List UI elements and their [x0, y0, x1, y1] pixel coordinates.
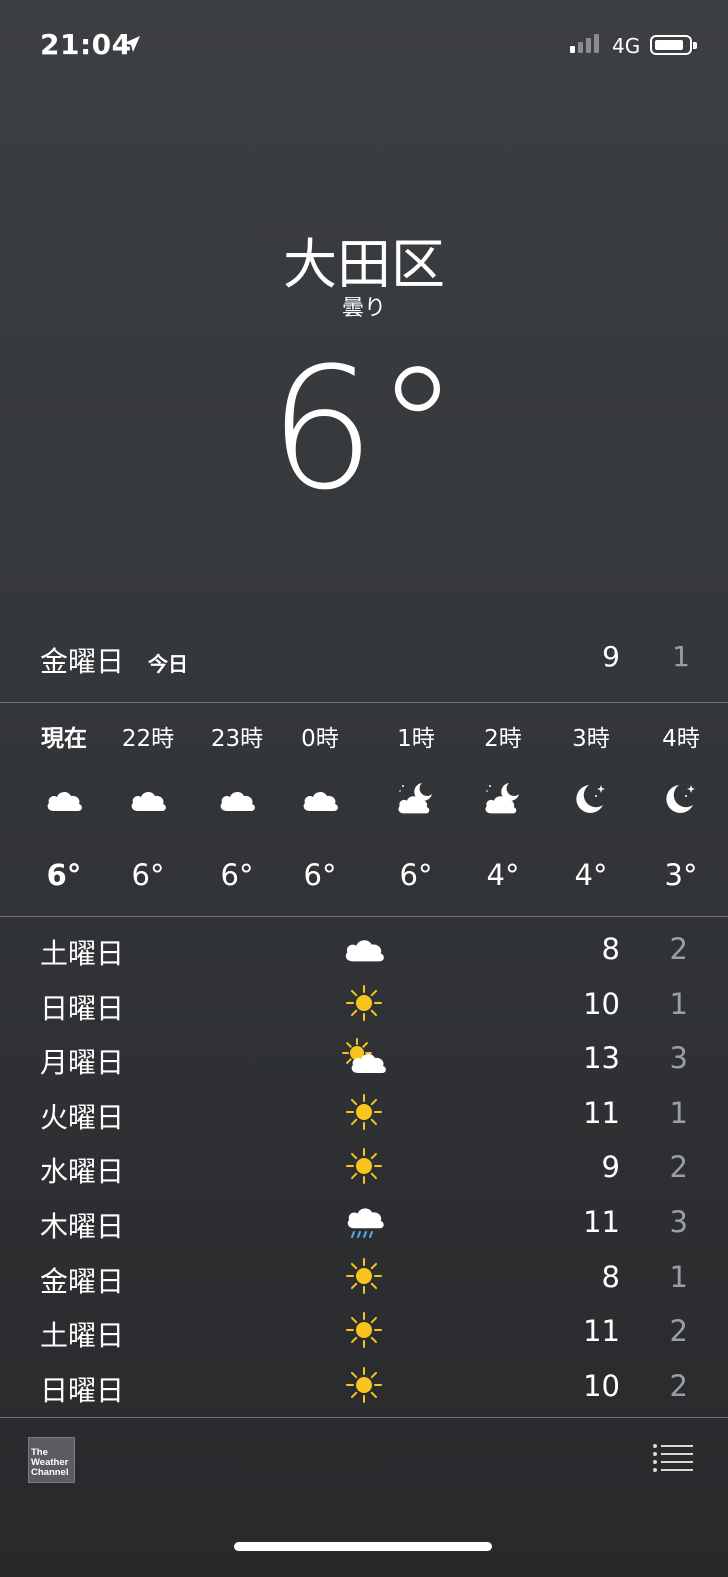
cloud-icon: [128, 781, 168, 817]
daily-high: 8: [601, 932, 620, 966]
daily-day: 月曜日: [40, 1046, 125, 1080]
hourly-item: 1時 6°: [376, 703, 456, 915]
daily-day: 日曜日: [40, 991, 125, 1025]
daily-high: 10: [583, 986, 620, 1021]
daily-high: 10: [583, 1368, 620, 1403]
daily-low: 1: [669, 1095, 688, 1130]
sun-icon: [340, 1310, 388, 1350]
divider: [0, 916, 728, 917]
hour-label: 2時: [484, 726, 522, 752]
daily-row: 火曜日 11 1: [0, 1086, 728, 1141]
daily-day: 火曜日: [40, 1100, 125, 1134]
sun-icon: [340, 1092, 388, 1132]
daily-row: 金曜日 8 1: [0, 1250, 728, 1305]
hourly-forecast[interactable]: 現在 6° 22時 6° 23時 6° 0時 6° 1時 6° 2時 4° 3時 4° 4時 3°: [0, 703, 728, 915]
status-time: 21:04: [40, 28, 132, 61]
sun-icon: [340, 983, 388, 1023]
daily-day: 木曜日: [40, 1209, 125, 1243]
hour-temp: 6°: [46, 858, 82, 892]
hour-temp: 3°: [664, 858, 698, 892]
cloud-icon: [44, 781, 84, 817]
hour-label: 1時: [397, 726, 435, 752]
daily-low: 3: [669, 1204, 688, 1239]
home-indicator[interactable]: [234, 1542, 492, 1551]
rain-cloud-icon: [340, 1201, 388, 1241]
signal-icon: [570, 34, 599, 53]
today-low: 1: [672, 640, 690, 673]
daily-row: 木曜日 11 3: [0, 1195, 728, 1250]
hourly-item: 4時 3°: [641, 703, 721, 915]
sun-cloud-icon: [340, 1037, 388, 1077]
daily-row: 日曜日 10 2: [0, 1359, 728, 1414]
hourly-item: 22時 6°: [108, 703, 188, 915]
hourly-item: 2時 4°: [463, 703, 543, 915]
daily-forecast[interactable]: 土曜日 8 2 日曜日 10 1 月曜日 13 3 火曜日 11 1 水曜日 9 2 木曜日 11 3 金曜日 8 1 土…: [0, 922, 728, 1413]
network-type: 4G: [612, 34, 641, 58]
today-high: 9: [602, 640, 620, 673]
city-name: 大田区: [283, 233, 445, 296]
daily-low: 2: [669, 932, 688, 966]
hour-label: 22時: [121, 726, 175, 752]
cloud-moon-icon: [483, 781, 523, 817]
moon-stars-icon: [661, 781, 701, 817]
hourly-item: 23時 6°: [197, 703, 277, 915]
hour-label: 現在: [41, 726, 87, 752]
hour-label: 23時: [210, 726, 264, 752]
sun-icon: [340, 1146, 388, 1186]
today-tag: 今日: [148, 652, 188, 676]
current-temperature: 6°: [268, 331, 460, 527]
daily-low: 2: [669, 1150, 688, 1185]
battery-icon: [650, 35, 697, 55]
hour-label: 0時: [301, 726, 339, 752]
location-arrow-icon: [124, 36, 140, 52]
hour-label: 4時: [662, 726, 700, 752]
today-row: 金曜日 今日 9 1: [0, 640, 728, 690]
daily-low: 3: [669, 1041, 688, 1076]
daily-low: 1: [669, 1259, 688, 1294]
cloud-icon: [300, 781, 340, 817]
sun-icon: [340, 1365, 388, 1405]
hourly-item: 現在 6°: [24, 703, 104, 915]
daily-row: 日曜日 10 1: [0, 977, 728, 1032]
daily-low: 1: [669, 986, 688, 1021]
hour-temp: 6°: [399, 858, 433, 892]
daily-row: 月曜日 13 3: [0, 1031, 728, 1086]
daily-high: 8: [601, 1259, 620, 1294]
current-condition: 曇り: [341, 296, 386, 321]
hourly-item: 0時 6°: [280, 703, 360, 915]
list-icon[interactable]: [652, 1443, 694, 1473]
daily-high: 13: [583, 1041, 620, 1076]
daily-day: 金曜日: [40, 1264, 125, 1298]
daily-day: 水曜日: [40, 1155, 125, 1189]
today-day: 金曜日: [40, 645, 125, 678]
daily-day: 日曜日: [40, 1373, 125, 1407]
hour-label: 3時: [572, 726, 610, 752]
daily-high: 11: [583, 1095, 620, 1130]
status-bar: 21:04 4G: [0, 0, 728, 90]
daily-row: 土曜日 11 2: [0, 1304, 728, 1359]
sun-icon: [340, 1256, 388, 1296]
hourly-item: 3時 4°: [551, 703, 631, 915]
daily-high: 11: [583, 1314, 620, 1349]
cloud-moon-icon: [396, 781, 436, 817]
daily-day: 土曜日: [40, 1319, 125, 1353]
hour-temp: 6°: [220, 858, 254, 892]
hour-temp: 6°: [131, 858, 165, 892]
cloud-icon: [217, 781, 257, 817]
daily-low: 2: [669, 1368, 688, 1403]
daily-day: 土曜日: [40, 937, 125, 970]
cloud-icon: [340, 928, 388, 968]
moon-stars-icon: [571, 781, 611, 817]
weather-channel-logo[interactable]: The Weather Channel: [28, 1437, 75, 1483]
hour-temp: 6°: [303, 858, 337, 892]
divider: [0, 1417, 728, 1418]
daily-high: 9: [601, 1150, 620, 1185]
daily-high: 11: [583, 1204, 620, 1239]
hour-temp: 4°: [486, 858, 520, 892]
daily-row: 水曜日 9 2: [0, 1140, 728, 1195]
hour-temp: 4°: [574, 858, 608, 892]
daily-low: 2: [669, 1314, 688, 1349]
daily-row: 土曜日 8 2: [0, 922, 728, 977]
